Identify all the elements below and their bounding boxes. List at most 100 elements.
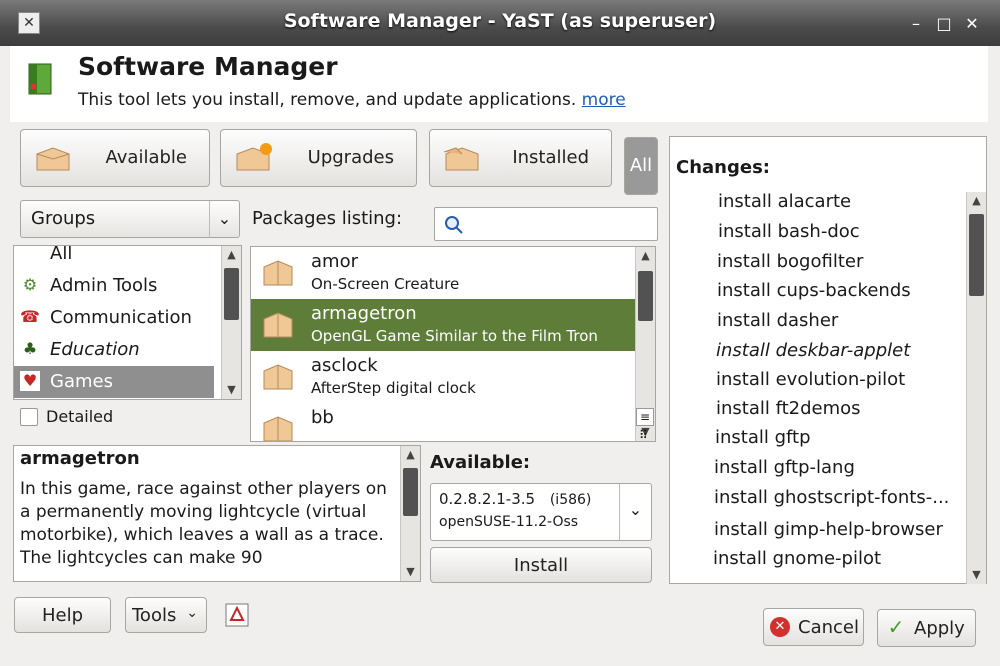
scroll-up-icon[interactable]: ▲	[636, 247, 655, 265]
apply-button[interactable]: ✓ Apply	[877, 609, 976, 647]
package-details: armagetron In this game, race against ot…	[13, 445, 421, 582]
available-filter-button[interactable]: Available	[20, 129, 210, 187]
package-box-icon	[261, 413, 295, 441]
cancel-icon: ✕	[770, 617, 790, 637]
software-manager-icon	[27, 60, 55, 98]
education-icon: ♣	[22, 339, 38, 358]
all-filter-button[interactable]: All	[624, 137, 658, 195]
available-label: Available	[105, 147, 187, 168]
version-line: 0.2.8.2.1-3.5 (i586)	[439, 490, 591, 508]
details-title: armagetron	[20, 448, 140, 469]
group-label: Education	[50, 339, 140, 360]
scroll-thumb[interactable]	[969, 214, 984, 296]
maximize-icon[interactable]: □	[934, 14, 954, 34]
package-description: AfterStep digital clock	[311, 379, 476, 397]
apply-label: Apply	[914, 618, 965, 639]
version-combo[interactable]: 0.2.8.2.1-3.5 (i586) openSUSE-11.2-Oss ⌄	[430, 483, 652, 541]
packages-list[interactable]: amor On-Screen Creature armagetron OpenG…	[250, 246, 656, 442]
playing-cards-icon: ♥	[20, 371, 40, 391]
available-version-label: Available:	[430, 452, 531, 473]
changes-panel: Changes: install alacarte install bash-d…	[669, 136, 987, 584]
installed-filter-button[interactable]: Installed	[429, 129, 612, 187]
change-item[interactable]: install bogofilter	[717, 251, 863, 272]
package-upgrade-icon	[233, 142, 273, 174]
group-item-admin-tools[interactable]: ⚙ Admin Tools	[14, 270, 214, 302]
package-name: amor	[311, 251, 358, 272]
group-item-all[interactable]: All	[14, 246, 214, 270]
checkmark-icon: ✓	[887, 615, 905, 639]
scroll-thumb[interactable]	[638, 271, 653, 321]
package-name: bb	[311, 407, 334, 428]
group-item-communication[interactable]: ☎ Communication	[14, 302, 214, 334]
scroll-thumb[interactable]	[403, 468, 418, 516]
version-repository: openSUSE-11.2-Oss	[439, 514, 579, 530]
list-mode-icon[interactable]: ≡	[636, 408, 654, 426]
package-row-asclock[interactable]: asclock AfterStep digital clock	[251, 351, 635, 403]
change-item[interactable]: install dasher	[717, 310, 838, 331]
close-icon[interactable]: ✕	[962, 14, 982, 34]
group-item-education[interactable]: ♣ Education	[14, 334, 214, 366]
change-item[interactable]: install ghostscript-fonts-...	[714, 487, 949, 508]
scroll-up-icon[interactable]: ▲	[401, 446, 420, 464]
package-row-amor[interactable]: amor On-Screen Creature	[251, 247, 635, 299]
all-icon	[20, 246, 40, 263]
groups-combo[interactable]: Groups ⌄	[20, 200, 240, 238]
cancel-label: Cancel	[798, 617, 859, 638]
scroll-thumb[interactable]	[224, 268, 239, 320]
change-item[interactable]: install alacarte	[718, 191, 851, 212]
help-button[interactable]: Help	[14, 597, 111, 633]
change-item[interactable]: install bash-doc	[718, 221, 860, 242]
change-item[interactable]: install gnome-pilot	[713, 548, 881, 569]
scroll-down-icon[interactable]: ▼	[967, 566, 986, 584]
packages-listing-label: Packages listing:	[252, 208, 403, 229]
minimize-icon[interactable]: –	[906, 14, 926, 34]
change-item[interactable]: install ft2demos	[716, 398, 861, 419]
chevron-down-icon: ⌄	[619, 484, 651, 540]
more-link[interactable]: more	[582, 90, 626, 110]
group-label: Communication	[50, 307, 192, 328]
groups-list[interactable]: All ⚙ Admin Tools ☎ Communication ♣ Educ…	[13, 245, 242, 400]
details-text: In this game, race against other players…	[20, 479, 387, 568]
subtitle-text: This tool lets you install, remove, and …	[78, 90, 577, 110]
change-item[interactable]: install cups-backends	[717, 280, 911, 301]
drag-handle-icon[interactable]: ⠿	[639, 428, 648, 442]
version-number: 0.2.8.2.1-3.5	[439, 490, 536, 508]
package-box-icon	[261, 309, 295, 341]
cancel-button[interactable]: ✕ Cancel	[763, 608, 864, 646]
installed-label: Installed	[512, 147, 589, 168]
page-subtitle: This tool lets you install, remove, and …	[78, 90, 626, 110]
change-item[interactable]: install gftp	[715, 427, 811, 448]
package-box-icon	[261, 361, 295, 393]
package-row-armagetron[interactable]: armagetron OpenGL Game Similar to the Fi…	[251, 299, 635, 351]
tools-menu-button[interactable]: Tools ⌄	[125, 597, 207, 633]
upgrades-label: Upgrades	[307, 147, 394, 168]
package-name: armagetron	[311, 303, 417, 324]
change-item[interactable]: install evolution-pilot	[716, 369, 905, 390]
changes-title: Changes:	[676, 157, 770, 178]
detailed-checkbox[interactable]	[20, 408, 38, 426]
chevron-down-icon: ⌄	[186, 605, 198, 621]
details-scrollbar[interactable]: ▲ ▼	[400, 446, 420, 581]
package-name: asclock	[311, 355, 378, 376]
change-item[interactable]: install gftp-lang	[714, 457, 855, 478]
scroll-down-icon[interactable]: ▼	[401, 563, 420, 581]
page-title: Software Manager	[78, 52, 338, 81]
upgrades-filter-button[interactable]: Upgrades	[220, 129, 417, 187]
group-item-games[interactable]: ♥ Games	[14, 366, 214, 398]
search-input[interactable]	[434, 207, 658, 241]
groups-scrollbar[interactable]: ▲ ▼	[221, 246, 241, 399]
change-item[interactable]: install gimp-help-browser	[714, 519, 943, 540]
change-item[interactable]: install deskbar-applet	[716, 340, 910, 361]
package-box-icon	[33, 142, 73, 174]
package-description: OpenGL Game Similar to the Film Tron	[311, 327, 598, 345]
log-viewer-icon[interactable]	[223, 602, 251, 628]
changes-scrollbar[interactable]: ▲ ▼	[966, 192, 986, 584]
install-button[interactable]: Install	[430, 547, 652, 583]
scroll-up-icon[interactable]: ▲	[222, 246, 241, 264]
package-row-bb[interactable]: bb	[251, 403, 635, 441]
scroll-up-icon[interactable]: ▲	[967, 192, 986, 210]
package-open-icon	[442, 142, 482, 174]
tools-label: Tools	[132, 605, 177, 626]
search-icon	[443, 214, 467, 236]
scroll-down-icon[interactable]: ▼	[222, 381, 241, 399]
